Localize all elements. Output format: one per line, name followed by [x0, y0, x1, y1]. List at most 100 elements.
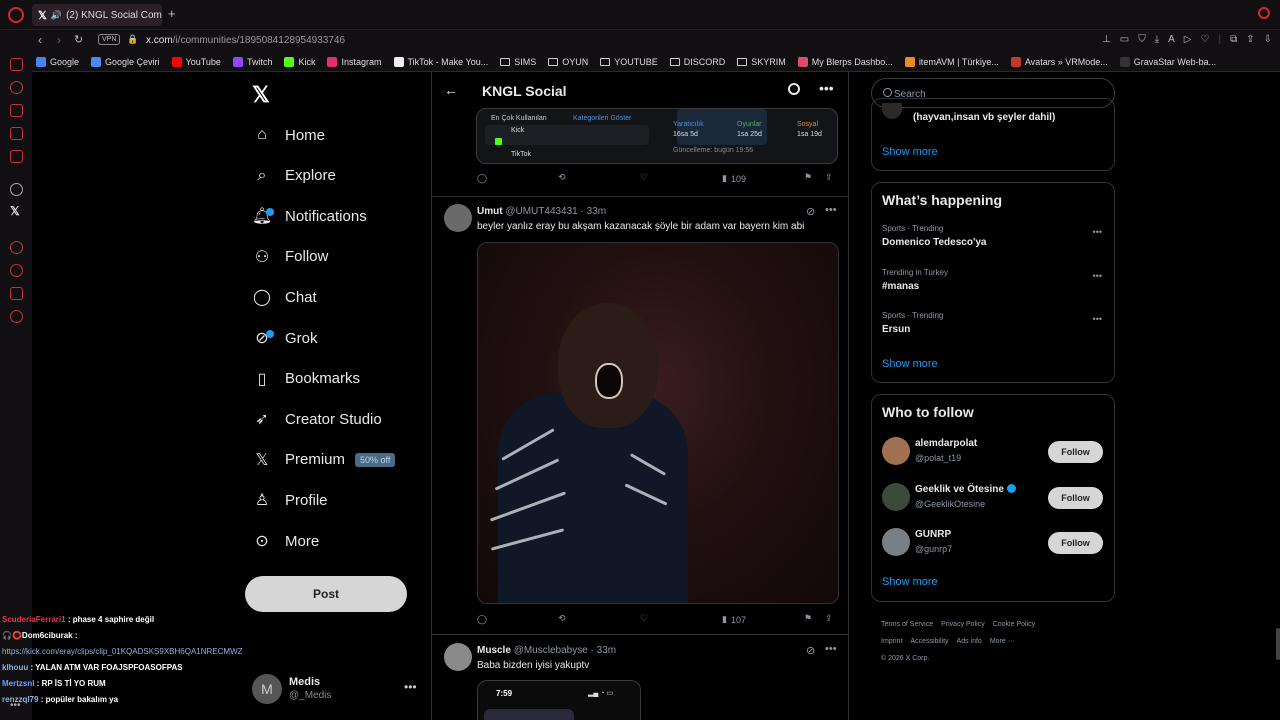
footer-link[interactable]: Cookie Policy [993, 621, 1035, 628]
tweet-author[interactable]: Umut @UMUT443431 · 33m [477, 206, 606, 217]
forward-icon[interactable]: › [57, 33, 61, 47]
footer-link[interactable]: Privacy Policy [941, 621, 985, 628]
bookmark-item[interactable]: YOUTUBE [600, 57, 658, 67]
footer-link[interactable]: More ··· [990, 638, 1015, 645]
share-icon[interactable]: ⇪ [825, 172, 833, 183]
show-more-link[interactable]: Show more [882, 146, 938, 158]
avatar[interactable] [444, 204, 472, 232]
scrollbar[interactable] [1276, 628, 1280, 660]
footer-link[interactable]: Terms of Service [881, 621, 933, 628]
bookmark-item[interactable]: GravaStar Web-ba... [1119, 56, 1216, 67]
download-tray-icon[interactable]: ⇩ [1264, 34, 1272, 45]
bookmark-item[interactable]: SIMS [500, 57, 536, 67]
like-icon[interactable]: ♡ [640, 613, 648, 624]
bookmark-item[interactable]: itemAVM | Türkiye... [904, 56, 999, 67]
bookmark-icon[interactable]: ⚑ [804, 172, 812, 183]
show-more-link[interactable]: Show more [882, 358, 938, 370]
avatar[interactable] [444, 643, 472, 671]
chatgpt-icon[interactable] [10, 183, 23, 196]
footer-link[interactable]: Ads info [957, 638, 982, 645]
share-icon[interactable]: ⇪ [1246, 34, 1254, 45]
vpn-badge[interactable]: VPN [98, 34, 121, 45]
bookmark-item[interactable]: Instagram [327, 56, 382, 67]
tweet-image[interactable] [477, 242, 839, 604]
follow-button[interactable]: Follow [1048, 441, 1103, 463]
more-icon[interactable]: ••• [825, 643, 837, 655]
share-icon[interactable]: ⇪ [825, 613, 833, 624]
history-icon[interactable] [10, 264, 23, 277]
nav-item-notifications[interactable]: 🔔︎ Notifications [252, 202, 367, 230]
bag-icon[interactable] [10, 104, 23, 117]
footer-link[interactable]: © 2026 X Corp. [881, 655, 929, 662]
refresh-icon[interactable] [10, 81, 23, 94]
suggested-user-name[interactable]: GUNRP [915, 529, 951, 540]
speaker-icon[interactable]: 🔊 [51, 10, 62, 21]
grok-icon[interactable]: ⊘ [806, 644, 815, 657]
bookmark-item[interactable]: OYUN [548, 57, 588, 67]
repost-icon[interactable]: ⟲ [558, 613, 566, 624]
account-switcher[interactable]: M Medis @_Medis ••• [252, 674, 422, 704]
suggested-user-name[interactable]: Geeklik ve Ötesine [915, 484, 1016, 495]
browser-tab[interactable]: 𝕏 🔊 (2) KNGL Social Comm [32, 4, 162, 26]
nav-item-profile[interactable]: ♙ Profile [252, 486, 328, 514]
more-icon[interactable]: ••• [404, 680, 417, 694]
nav-item-more[interactable]: ⊙ More [252, 527, 319, 555]
bookmark-item[interactable]: Google Çeviri [91, 56, 160, 67]
nav-item-bookmarks[interactable]: ▯ Bookmarks [252, 365, 360, 393]
nav-item-follow[interactable]: ⚇ Follow [252, 243, 329, 271]
translate-icon[interactable]: A [1168, 34, 1175, 45]
nav-item-creator-studio[interactable]: ➶ Creator Studio [252, 405, 381, 433]
extensions-icon[interactable]: ⧉ [1230, 34, 1237, 45]
nav-item-grok[interactable]: ⊘ Grok [252, 324, 317, 352]
trend-name[interactable]: Ersun [882, 324, 910, 335]
mail-icon[interactable] [10, 58, 23, 71]
bookmark-item[interactable]: Twitch [232, 56, 272, 67]
tweet-author[interactable]: Muscle @Musclebabyse · 33m [477, 645, 616, 656]
nav-item-premium[interactable]: 𝕏 Premium 50% off [252, 446, 396, 474]
bookmark-item[interactable]: Kick [284, 56, 315, 67]
chat-link[interactable]: https://kick.com/eray/clips/clip_01KQADS… [2, 647, 242, 656]
reply-icon[interactable]: ◯ [477, 614, 487, 625]
bookmark-item[interactable]: DISCORD [669, 57, 725, 67]
footer-link[interactable]: Accessibility [910, 638, 948, 645]
lock-icon[interactable]: 🔒 [127, 34, 138, 45]
snapshot-icon[interactable]: ▭ [1120, 34, 1129, 45]
m-icon[interactable] [10, 150, 23, 163]
post-button[interactable]: Post [245, 576, 407, 612]
follow-button[interactable]: Follow [1048, 486, 1103, 509]
settings-icon[interactable] [10, 310, 23, 323]
bookmark-item[interactable]: My Blerps Dashbo... [797, 56, 893, 67]
download-icon[interactable]: ⤓ [1155, 34, 1159, 45]
more-icon[interactable]: ••• [1093, 314, 1102, 324]
bookmark-item[interactable]: YouTube [171, 56, 221, 67]
nav-item-home[interactable]: ⌂ Home [252, 121, 325, 149]
x-sidebar-icon[interactable]: 𝕏 [10, 204, 20, 218]
url-field[interactable]: x.com/i/communities/1895084128954933746 [146, 35, 345, 46]
like-icon[interactable]: ♡ [640, 172, 648, 183]
tweet-media[interactable]: En Çok Kullanılan Kategorileri Göster Ki… [476, 108, 838, 164]
repost-icon[interactable]: ⟲ [558, 172, 566, 183]
nav-item-explore[interactable]: ⌕ Explore [252, 162, 336, 190]
shield-icon[interactable]: ⛉ [1138, 34, 1146, 45]
search-icon[interactable] [788, 83, 800, 95]
views-button[interactable]: ▮ 109 [722, 173, 746, 184]
new-tab-button[interactable]: + [168, 6, 176, 21]
reload-icon[interactable]: ↻ [74, 33, 83, 46]
footer-link[interactable]: Imprint [881, 638, 902, 645]
opera-logo-icon[interactable] [8, 7, 24, 23]
heart-icon[interactable]: ♡ [1201, 34, 1210, 45]
more-icon[interactable]: ••• [1093, 227, 1102, 237]
follow-button[interactable]: Follow [1048, 532, 1103, 554]
tweet-media[interactable]: 7:59 ▂▄ ◔ ▭ [477, 680, 641, 720]
trend-name[interactable]: #manas [882, 281, 919, 292]
pin-icon[interactable]: ⊥ [1102, 34, 1111, 45]
avatar[interactable] [882, 482, 910, 511]
avatar[interactable] [882, 437, 910, 465]
play-icon[interactable]: ▷ [1184, 34, 1192, 45]
bookmark-icon[interactable]: ⚑ [804, 613, 812, 624]
bookmark-item[interactable]: TikTok - Make You... [393, 56, 488, 67]
grok-icon[interactable]: ⊘ [806, 205, 815, 218]
suggested-user-name[interactable]: alemdarpolat [915, 438, 977, 449]
more-icon[interactable]: ••• [1093, 271, 1102, 281]
views-button[interactable]: ▮ 107 [722, 614, 746, 625]
